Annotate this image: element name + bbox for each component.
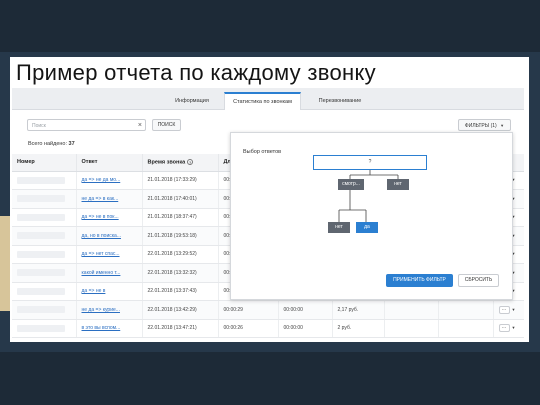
- answer-link[interactable]: да => не в: [82, 288, 106, 294]
- results-count: Всего найдено: 37: [28, 141, 75, 147]
- redacted-number: [17, 195, 65, 203]
- cell-actions: ···▼: [493, 319, 524, 338]
- cell-cost: 2,17 руб.: [332, 300, 385, 320]
- cell-answer[interactable]: не да => в как...: [76, 189, 143, 209]
- app-screenshot: Информация Статистика по звонкам Перезво…: [12, 88, 524, 340]
- redacted-number: [17, 306, 65, 314]
- cell-answer[interactable]: не да => курие...: [76, 300, 143, 320]
- search-placeholder: Поиск: [32, 123, 46, 129]
- top-band: [0, 0, 540, 52]
- answer-link[interactable]: да => не в пок...: [82, 214, 119, 220]
- cell-number: [12, 171, 77, 190]
- cell-time: 21.01.2018 (17:33:29): [142, 171, 219, 190]
- help-icon: ?: [187, 159, 194, 166]
- more-actions-button[interactable]: ···: [498, 305, 510, 314]
- more-actions-button[interactable]: ···: [498, 324, 510, 333]
- cell-time: 21.01.2018 (19:53:18): [142, 226, 219, 246]
- column-header-time-label: Время звонка: [147, 159, 186, 166]
- cell-actions: ···▼: [493, 300, 524, 320]
- cell-duration: 00:00:26: [218, 319, 279, 338]
- answer-link[interactable]: да, но в поиска...: [82, 233, 121, 239]
- redacted-number: [17, 324, 65, 332]
- tab-call-stats[interactable]: Статистика по звонкам: [224, 92, 301, 110]
- cell-extra: 00:00:00: [278, 300, 333, 320]
- redacted-number: [17, 176, 65, 184]
- cell-time: 22.01.2018 (13:32:32): [142, 263, 219, 283]
- answer-link[interactable]: да => не да мо...: [82, 177, 121, 183]
- cell-number: [12, 300, 77, 320]
- cell-number: [12, 319, 77, 338]
- cell-answer[interactable]: да => не в: [76, 282, 143, 301]
- tree-node-look[interactable]: смотр...: [338, 179, 364, 190]
- cell-duration: 00:00:29: [218, 300, 279, 320]
- redacted-number: [17, 232, 65, 240]
- cell-number: [12, 263, 77, 283]
- tree-root-node[interactable]: ?: [313, 155, 427, 170]
- answer-link[interactable]: какой именно т...: [82, 270, 121, 276]
- close-icon[interactable]: ×: [138, 121, 142, 130]
- cell-cost: 2 руб.: [332, 319, 385, 338]
- bottom-band: [0, 352, 540, 405]
- tab-callback[interactable]: Перезвонивание: [309, 92, 371, 110]
- reset-filter-button[interactable]: СБРОСИТЬ: [458, 274, 499, 287]
- search-button[interactable]: ПОИСК: [152, 119, 181, 131]
- chevron-down-icon: ▼: [500, 123, 505, 128]
- apply-filter-button[interactable]: ПРИМЕНИТЬ ФИЛЬТР: [386, 274, 453, 287]
- cell-number: [12, 226, 77, 246]
- results-count-label: Всего найдено:: [28, 141, 68, 147]
- cell-answer[interactable]: да => нет спас...: [76, 245, 143, 264]
- filters-button-label: ФИЛЬТРЫ (1): [464, 123, 497, 129]
- chevron-down-icon[interactable]: ▼: [512, 307, 516, 312]
- column-header-number[interactable]: Номер: [12, 154, 77, 172]
- cell-answer[interactable]: в это вы вспом...: [76, 319, 143, 338]
- cell-time: 21.01.2018 (17:40:01): [142, 189, 219, 209]
- cell-number: [12, 245, 77, 264]
- column-header-answer[interactable]: Ответ: [76, 154, 143, 172]
- column-header-time[interactable]: Время звонка?: [142, 154, 219, 172]
- cell-empty: [384, 319, 439, 338]
- cell-answer[interactable]: да => не в пок...: [76, 208, 143, 227]
- tab-bar: Информация Статистика по звонкам Перезво…: [12, 88, 524, 110]
- table-row[interactable]: в это вы вспом... 22.01.2018 (13:47:21) 00…: [12, 319, 524, 338]
- cell-empty: [438, 300, 494, 320]
- cell-time: 21.01.2018 (18:37:47): [142, 208, 219, 227]
- answer-link[interactable]: не да => курие...: [82, 307, 120, 313]
- results-count-value: 37: [68, 141, 75, 147]
- answer-link[interactable]: в это вы вспом...: [82, 325, 121, 331]
- cell-answer[interactable]: какой именно т...: [76, 263, 143, 283]
- answer-link[interactable]: не да => в как...: [82, 196, 119, 202]
- redacted-number: [17, 269, 65, 277]
- cell-time: 22.01.2018 (13:37:43): [142, 282, 219, 301]
- tab-info[interactable]: Информация: [167, 92, 217, 110]
- cell-time: 22.01.2018 (13:47:21): [142, 319, 219, 338]
- cell-extra: 00:00:00: [278, 319, 333, 338]
- chevron-down-icon[interactable]: ▼: [512, 325, 516, 330]
- redacted-number: [17, 213, 65, 221]
- table-row[interactable]: не да => курие... 22.01.2018 (13:42:29) 00…: [12, 300, 524, 320]
- cell-answer[interactable]: да => не да мо...: [76, 171, 143, 190]
- tree-leaf-yes[interactable]: да: [356, 222, 378, 233]
- tree-node-no[interactable]: нет: [387, 179, 409, 190]
- cell-time: 22.01.2018 (13:29:52): [142, 245, 219, 264]
- cell-number: [12, 282, 77, 301]
- redacted-number: [17, 250, 65, 258]
- cell-answer[interactable]: да, но в поиска...: [76, 226, 143, 246]
- tree-leaf-no[interactable]: нет: [328, 222, 350, 233]
- redacted-number: [17, 287, 65, 295]
- cell-number: [12, 208, 77, 227]
- filters-button[interactable]: ФИЛЬТРЫ (1) ▼: [458, 119, 511, 131]
- presentation-slide: Пример отчета по каждому звонку Информац…: [0, 0, 540, 405]
- cell-time: 22.01.2018 (13:42:29): [142, 300, 219, 320]
- answer-link[interactable]: да => нет спас...: [82, 251, 120, 257]
- cell-number: [12, 189, 77, 209]
- answer-filter-popup: Выбор ответов ? смотр... нет нет да ПРИМ…: [230, 132, 513, 300]
- search-input[interactable]: Поиск ×: [27, 119, 146, 131]
- slide-title: Пример отчета по каждому звонку: [16, 60, 376, 85]
- cell-empty: [438, 319, 494, 338]
- cell-empty: [384, 300, 439, 320]
